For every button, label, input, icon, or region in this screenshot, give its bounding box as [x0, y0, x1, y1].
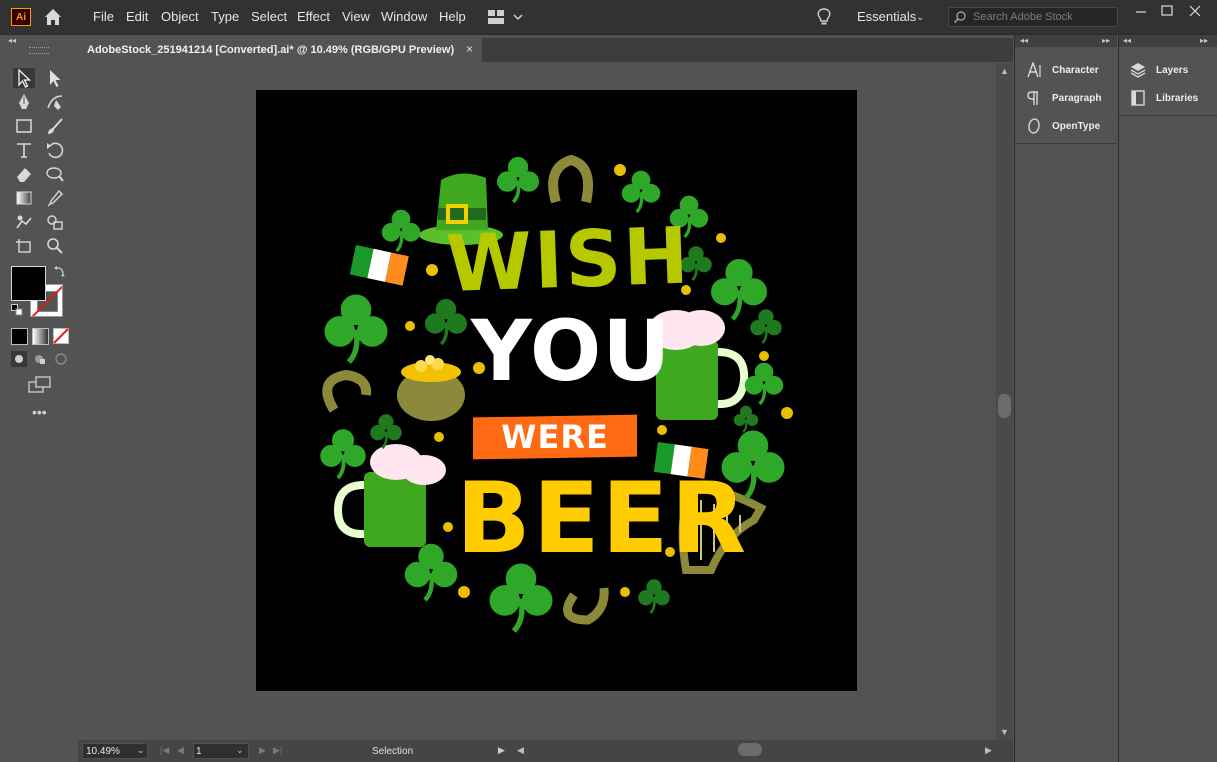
artboard-tool-icon[interactable]: [13, 236, 35, 256]
search-placeholder: Search Adobe Stock: [973, 11, 1073, 23]
scroll-left-icon[interactable]: ◀: [517, 745, 524, 756]
headline-beer: BEER: [456, 462, 749, 576]
scroll-up-icon[interactable]: ▲: [1000, 66, 1009, 76]
menu-type[interactable]: Type: [211, 9, 239, 24]
chevron-down-icon[interactable]: ⌄: [916, 12, 924, 23]
close-tab-icon[interactable]: ×: [466, 42, 473, 56]
home-icon[interactable]: [42, 6, 64, 28]
screen-mode-icon[interactable]: [28, 376, 52, 394]
next-artboard-icon[interactable]: ▶: [259, 745, 266, 756]
headline-wish: WISH: [444, 211, 693, 310]
horizontal-scroll-thumb[interactable]: [738, 743, 762, 756]
menu-edit[interactable]: Edit: [126, 9, 148, 24]
horseshoe-icon: [563, 587, 609, 625]
lightbulb-icon[interactable]: [815, 7, 833, 27]
expand-panel-icon[interactable]: ◂◂: [1123, 36, 1131, 45]
draw-normal-icon[interactable]: [11, 351, 27, 367]
swap-fill-stroke-icon[interactable]: [53, 264, 67, 278]
direct-selection-tool-icon[interactable]: [44, 68, 66, 88]
gradient-tool-icon[interactable]: [13, 188, 35, 208]
pot-of-gold-icon: [397, 355, 465, 421]
chevron-down-icon[interactable]: ⌄: [236, 745, 244, 756]
libraries-icon[interactable]: [1130, 90, 1146, 106]
first-artboard-icon[interactable]: |◀: [160, 745, 169, 756]
maximize-icon[interactable]: [1154, 2, 1180, 20]
zoom-tool-icon[interactable]: [44, 236, 66, 256]
zoom-value[interactable]: 10.49%: [86, 746, 120, 757]
curvature-tool-icon[interactable]: [44, 92, 66, 112]
menu-effect[interactable]: Effect: [297, 9, 330, 24]
status-tool-name: Selection: [372, 746, 414, 757]
none-mode-icon[interactable]: [53, 328, 70, 345]
rotate-tool-icon[interactable]: [44, 140, 66, 160]
menu-window[interactable]: Window: [381, 9, 427, 24]
expand-panel-icon[interactable]: ◂◂: [1020, 36, 1028, 45]
selection-tool-icon[interactable]: [13, 68, 35, 88]
scroll-down-icon[interactable]: ▼: [1000, 727, 1009, 737]
default-colors-icon[interactable]: [11, 304, 23, 316]
workspace-switcher[interactable]: Essentials: [857, 9, 916, 24]
more-tools-icon[interactable]: •••: [32, 404, 47, 420]
artboard-number[interactable]: 1: [196, 746, 202, 757]
paragraph-icon[interactable]: [1026, 90, 1042, 106]
character-icon[interactable]: [1026, 62, 1042, 78]
menu-view[interactable]: View: [342, 9, 370, 24]
opentype-icon[interactable]: [1026, 118, 1042, 134]
shape-builder-tool-icon[interactable]: [44, 212, 66, 232]
paintbrush-tool-icon[interactable]: [44, 116, 66, 136]
eraser-tool-icon[interactable]: [13, 164, 35, 184]
panel-opentype[interactable]: OpenType: [1052, 121, 1100, 132]
irish-flag-icon: [349, 245, 409, 286]
headline-were: WERE: [501, 418, 609, 456]
type-tool-icon[interactable]: [13, 140, 35, 160]
status-menu-arrow-icon[interactable]: ▶: [498, 745, 505, 756]
menu-object[interactable]: Object: [161, 9, 199, 24]
panel-libraries[interactable]: Libraries: [1156, 93, 1198, 104]
rectangle-tool-icon[interactable]: [13, 116, 35, 136]
previous-artboard-icon[interactable]: ◀: [177, 745, 184, 756]
layers-icon[interactable]: [1130, 62, 1146, 78]
warp-tool-icon[interactable]: [44, 164, 66, 184]
minimize-icon[interactable]: [1128, 2, 1154, 20]
pen-tool-icon[interactable]: [13, 92, 35, 112]
horseshoe-icon: [548, 154, 594, 204]
puppet-warp-tool-icon[interactable]: [13, 212, 35, 232]
panel-paragraph[interactable]: Paragraph: [1052, 93, 1101, 104]
eyedropper-tool-icon[interactable]: [44, 188, 66, 208]
vertical-scroll-thumb[interactable]: [998, 394, 1011, 418]
horseshoe-icon: [322, 369, 372, 413]
panel-layers[interactable]: Layers: [1156, 65, 1188, 76]
last-artboard-icon[interactable]: ▶|: [273, 745, 282, 756]
draw-inside-icon[interactable]: [53, 351, 69, 367]
collapse-panel-icon[interactable]: ◂◂: [8, 36, 16, 45]
panel-grip[interactable]: [29, 47, 49, 54]
divider: [1119, 115, 1217, 116]
scroll-right-icon[interactable]: ▶: [985, 745, 992, 756]
collapse-panel-icon[interactable]: ▸▸: [1102, 36, 1110, 45]
library-panels-dock: [1118, 35, 1217, 762]
chevron-down-icon[interactable]: ⌄: [137, 745, 145, 756]
close-window-icon[interactable]: [1182, 2, 1208, 20]
panel-character[interactable]: Character: [1052, 65, 1099, 76]
document-tab-title[interactable]: AdobeStock_251941214 [Converted].ai* @ 1…: [87, 44, 454, 56]
menu-select[interactable]: Select: [251, 9, 287, 24]
headline-you: YOU: [471, 302, 672, 400]
arrange-documents-icon[interactable]: [488, 9, 524, 25]
menu-help[interactable]: Help: [439, 9, 466, 24]
fill-swatch[interactable]: [11, 266, 46, 301]
type-panels-dock: [1014, 35, 1118, 762]
artboard[interactable]: WISH YOU WERE BEER: [256, 90, 857, 691]
collapse-panel-icon[interactable]: ▸▸: [1200, 36, 1208, 45]
divider: [1015, 143, 1117, 144]
gradient-mode-button[interactable]: [32, 328, 49, 345]
search-icon: [953, 11, 966, 24]
illustrator-logo: Ai: [11, 8, 31, 26]
menu-file[interactable]: File: [93, 9, 114, 24]
draw-behind-icon[interactable]: [32, 351, 48, 367]
color-mode-button[interactable]: [11, 328, 28, 345]
